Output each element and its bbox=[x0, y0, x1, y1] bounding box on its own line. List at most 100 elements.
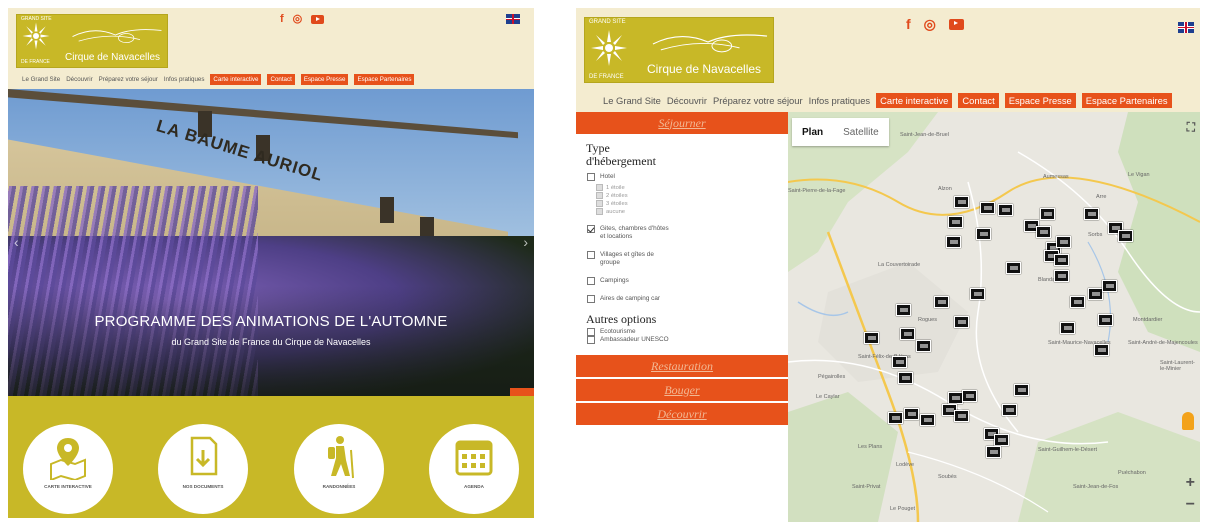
nav-preparez-votre-sejour[interactable]: Préparez votre séjour bbox=[99, 76, 158, 83]
accommodation-marker[interactable] bbox=[1060, 322, 1075, 334]
youtube-icon[interactable] bbox=[948, 19, 964, 30]
accommodation-marker[interactable] bbox=[1054, 254, 1069, 266]
filter-hotel-aucune[interactable]: aucune bbox=[596, 208, 788, 216]
checkbox[interactable] bbox=[587, 277, 595, 285]
accordion-decouvrir[interactable]: Découvrir bbox=[576, 403, 788, 425]
nav-le-grand-site[interactable]: Le Grand Site bbox=[603, 95, 661, 106]
nav-espace-partenaires[interactable]: Espace Partenaires bbox=[1081, 93, 1172, 108]
accommodation-marker[interactable] bbox=[954, 316, 969, 328]
zoom-in-button[interactable]: + bbox=[1186, 474, 1195, 492]
accommodation-marker[interactable] bbox=[970, 288, 985, 300]
accordion-restauration[interactable]: Restauration bbox=[576, 355, 788, 377]
accommodation-marker[interactable] bbox=[1040, 208, 1055, 220]
accommodation-marker[interactable] bbox=[900, 328, 915, 340]
accommodation-marker[interactable] bbox=[1084, 208, 1099, 220]
nav-preparez-votre-sejour[interactable]: Préparez votre séjour bbox=[713, 95, 803, 106]
slider-next-icon[interactable]: › bbox=[523, 234, 528, 250]
nav-espace-partenaires[interactable]: Espace Partenaires bbox=[354, 74, 415, 85]
street-view-pegman-icon[interactable] bbox=[1182, 412, 1194, 430]
accommodation-marker[interactable] bbox=[1102, 280, 1117, 292]
checkbox[interactable] bbox=[596, 184, 603, 191]
nav-espace-presse[interactable]: Espace Presse bbox=[300, 74, 349, 85]
english-flag-icon[interactable] bbox=[1178, 22, 1194, 33]
nav-infos-pratiques[interactable]: Infos pratiques bbox=[809, 95, 871, 106]
quick-link-agenda[interactable]: AGENDA bbox=[429, 424, 519, 514]
facebook-icon[interactable]: f bbox=[906, 17, 911, 31]
filter-campings[interactable]: Campings bbox=[587, 277, 788, 285]
accommodation-marker[interactable] bbox=[954, 196, 969, 208]
google-map[interactable]: Plan Satellite ⛶ + − Saint-Jean-de-Bruel… bbox=[788, 112, 1200, 522]
accommodation-marker[interactable] bbox=[896, 304, 911, 316]
accommodation-marker[interactable] bbox=[962, 390, 977, 402]
filter-hotel-3-etoiles[interactable]: 3 étoiles bbox=[596, 200, 788, 208]
instagram-icon[interactable]: ◎ bbox=[293, 14, 303, 25]
hero-slider[interactable]: LA BAUME AURIOL ‹ › PROGRAMME DES ANIMAT… bbox=[8, 89, 534, 396]
checkbox-checked[interactable] bbox=[587, 225, 595, 233]
site-logo[interactable]: GRAND SITE DE FRANCE Cirque de Navacelle… bbox=[584, 17, 774, 83]
nav-decouvrir[interactable]: Découvrir bbox=[667, 95, 707, 106]
map-tab-satellite[interactable]: Satellite bbox=[833, 118, 889, 146]
checkbox[interactable] bbox=[587, 251, 595, 259]
accommodation-marker[interactable] bbox=[954, 410, 969, 422]
quick-link-nos-documents[interactable]: NOS DOCUMENTS bbox=[158, 424, 248, 514]
accommodation-marker[interactable] bbox=[892, 356, 907, 368]
accommodation-marker[interactable] bbox=[994, 434, 1009, 446]
accommodation-marker[interactable] bbox=[1036, 226, 1051, 238]
instagram-icon[interactable]: ◎ bbox=[924, 17, 936, 31]
filter-gites[interactable]: Gites, chambres d'hôtes et locations bbox=[587, 225, 788, 241]
accommodation-marker[interactable] bbox=[1098, 314, 1113, 326]
accommodation-marker[interactable] bbox=[1002, 404, 1017, 416]
nav-decouvrir[interactable]: Découvrir bbox=[66, 76, 92, 83]
accommodation-marker[interactable] bbox=[920, 414, 935, 426]
nav-le-grand-site[interactable]: Le Grand Site bbox=[22, 76, 60, 83]
accommodation-marker[interactable] bbox=[980, 202, 995, 214]
zoom-out-button[interactable]: − bbox=[1186, 496, 1195, 514]
filter-villages[interactable]: Villages et gîtes de groupe bbox=[587, 251, 788, 267]
checkbox[interactable] bbox=[587, 173, 595, 181]
filter-hotel[interactable]: Hotel bbox=[587, 173, 788, 181]
accommodation-marker[interactable] bbox=[898, 372, 913, 384]
checkbox[interactable] bbox=[587, 336, 595, 344]
checkbox[interactable] bbox=[587, 295, 595, 303]
map-tab-plan[interactable]: Plan bbox=[792, 118, 833, 146]
accommodation-marker[interactable] bbox=[1094, 344, 1109, 356]
nav-infos-pratiques[interactable]: Infos pratiques bbox=[164, 76, 205, 83]
nav-espace-presse[interactable]: Espace Presse bbox=[1004, 93, 1076, 108]
nav-carte-interactive[interactable]: Carte interactive bbox=[876, 93, 953, 108]
filter-hotel-1-etoile[interactable]: 1 étoile bbox=[596, 184, 788, 192]
accordion-sejourner[interactable]: Séjourner bbox=[576, 112, 788, 134]
accordion-bouger[interactable]: Bouger bbox=[576, 379, 788, 401]
filter-aires[interactable]: Aires de camping car bbox=[587, 295, 788, 303]
accommodation-marker[interactable] bbox=[1118, 230, 1133, 242]
nav-contact[interactable]: Contact bbox=[267, 74, 295, 85]
nav-contact[interactable]: Contact bbox=[958, 93, 999, 108]
accommodation-marker[interactable] bbox=[916, 340, 931, 352]
accommodation-marker[interactable] bbox=[1054, 270, 1069, 282]
accommodation-marker[interactable] bbox=[1056, 236, 1071, 248]
nav-carte-interactive[interactable]: Carte interactive bbox=[210, 74, 262, 85]
checkbox[interactable] bbox=[596, 200, 603, 207]
fullscreen-icon[interactable]: ⛶ bbox=[1187, 120, 1195, 135]
accommodation-marker[interactable] bbox=[948, 216, 963, 228]
checkbox[interactable] bbox=[596, 208, 603, 215]
site-logo[interactable]: GRAND SITE DE FRANCE Cirque de Navacelle… bbox=[16, 14, 168, 68]
quick-link-randonnees[interactable]: RANDONNÉES bbox=[294, 424, 384, 514]
accommodation-marker[interactable] bbox=[946, 236, 961, 248]
facebook-icon[interactable]: f bbox=[280, 14, 284, 25]
accommodation-marker[interactable] bbox=[948, 392, 963, 404]
filter-hotel-2-etoiles[interactable]: 2 étoiles bbox=[596, 192, 788, 200]
accommodation-marker[interactable] bbox=[888, 412, 903, 424]
accommodation-marker[interactable] bbox=[1088, 288, 1103, 300]
accommodation-marker[interactable] bbox=[1006, 262, 1021, 274]
accommodation-marker[interactable] bbox=[976, 228, 991, 240]
accommodation-marker[interactable] bbox=[1070, 296, 1085, 308]
accommodation-marker[interactable] bbox=[986, 446, 1001, 458]
english-flag-icon[interactable] bbox=[506, 14, 520, 24]
filter-ambassadeur-unesco[interactable]: Ambassadeur UNESCO bbox=[587, 336, 788, 344]
accommodation-marker[interactable] bbox=[998, 204, 1013, 216]
accommodation-marker[interactable] bbox=[1014, 384, 1029, 396]
accommodation-marker[interactable] bbox=[864, 332, 879, 344]
quick-link-carte-interactive[interactable]: CARTE INTERACTIVE bbox=[23, 424, 113, 514]
accommodation-marker[interactable] bbox=[934, 296, 949, 308]
checkbox[interactable] bbox=[596, 192, 603, 199]
